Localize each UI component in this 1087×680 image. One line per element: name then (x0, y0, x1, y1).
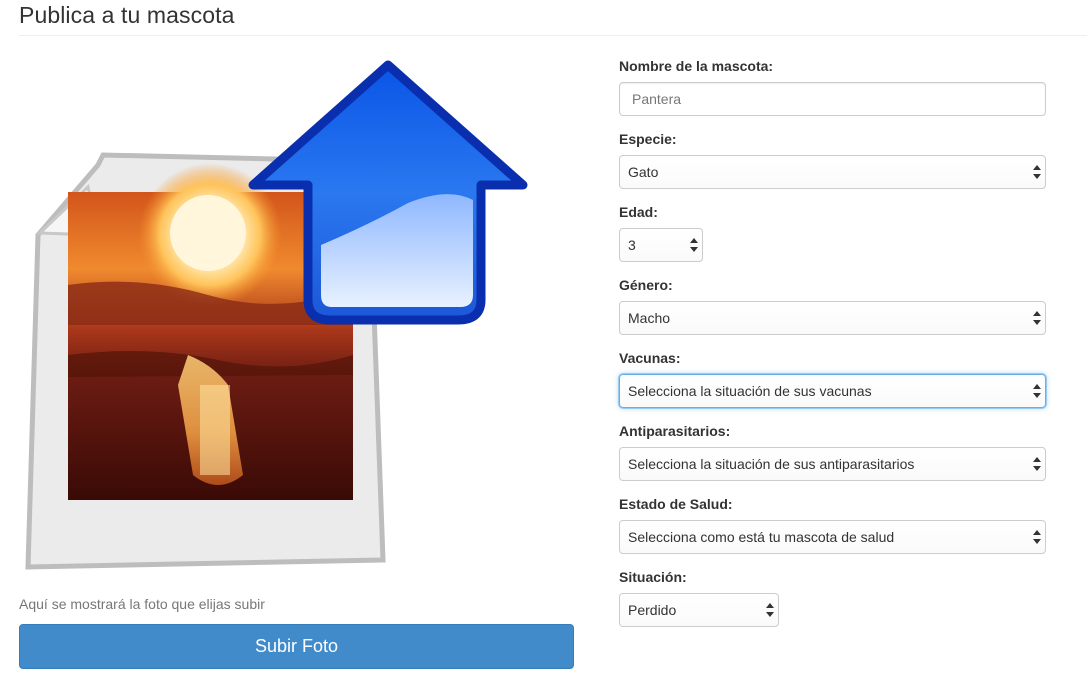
health-select[interactable]: Selecciona como está tu mascota de salud (619, 520, 1046, 554)
antiparasitic-value: Selecciona la situación de sus antiparas… (628, 456, 915, 472)
field-health: Estado de Salud: Selecciona como está tu… (619, 496, 1046, 554)
field-species: Especie: Gato (619, 131, 1046, 189)
name-placeholder: Pantera (632, 91, 682, 107)
preview-caption: Aquí se mostrará la foto que elijas subi… (19, 596, 265, 612)
updown-arrows-icon (1033, 164, 1041, 180)
antiparasitic-select[interactable]: Selecciona la situación de sus antiparas… (619, 447, 1046, 481)
field-antiparasitic: Antiparasitarios: Selecciona la situació… (619, 423, 1046, 481)
title-divider (19, 35, 1087, 36)
field-gender: Género: Macho (619, 277, 1046, 335)
vaccines-label: Vacunas: (619, 350, 681, 366)
field-age: Edad: 3 (619, 204, 1046, 262)
vaccines-value: Selecciona la situación de sus vacunas (628, 383, 872, 399)
image-upload-icon (25, 60, 528, 570)
updown-arrows-icon (1033, 529, 1041, 545)
name-input[interactable]: Pantera (619, 82, 1046, 116)
pet-form: Nombre de la mascota: Pantera Especie: G… (619, 58, 1046, 642)
field-vaccines: Vacunas: Selecciona la situación de sus … (619, 350, 1046, 408)
age-label: Edad: (619, 204, 658, 220)
field-situation: Situación: Perdido (619, 569, 1046, 627)
name-label: Nombre de la mascota: (619, 58, 774, 74)
updown-arrows-icon (1033, 310, 1041, 326)
species-value: Gato (628, 164, 659, 180)
health-value: Selecciona como está tu mascota de salud (628, 529, 895, 545)
health-label: Estado de Salud: (619, 496, 733, 512)
age-select[interactable]: 3 (619, 228, 703, 262)
page-title: Publica a tu mascota (19, 2, 235, 28)
gender-label: Género: (619, 277, 673, 293)
antiparasitic-label: Antiparasitarios: (619, 423, 731, 439)
gender-select[interactable]: Macho (619, 301, 1046, 335)
updown-arrows-icon (1033, 456, 1041, 472)
situation-value: Perdido (628, 602, 677, 618)
situation-select[interactable]: Perdido (619, 593, 779, 627)
vaccines-select[interactable]: Selecciona la situación de sus vacunas (619, 374, 1046, 408)
field-name: Nombre de la mascota: Pantera (619, 58, 1046, 116)
age-value: 3 (628, 237, 636, 253)
species-select[interactable]: Gato (619, 155, 1046, 189)
situation-label: Situación: (619, 569, 687, 585)
updown-arrows-icon (690, 237, 698, 253)
species-label: Especie: (619, 131, 677, 147)
gender-value: Macho (628, 310, 671, 326)
updown-arrows-icon (1033, 383, 1041, 399)
upload-photo-button[interactable]: Subir Foto (19, 624, 574, 669)
updown-arrows-icon (766, 602, 774, 618)
